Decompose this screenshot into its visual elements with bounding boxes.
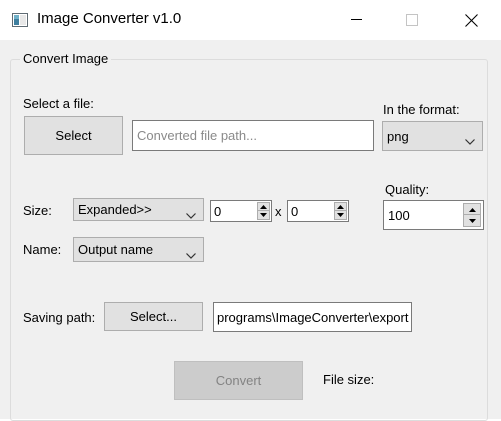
chevron-down-icon <box>186 207 196 219</box>
quality-decrement-button[interactable] <box>463 214 481 227</box>
minimize-icon <box>350 19 362 21</box>
group-title: Convert Image <box>20 51 112 66</box>
format-dropdown[interactable]: png <box>382 121 483 151</box>
caret-up-icon <box>468 207 476 212</box>
saving-path-select-button[interactable]: Select... <box>104 302 203 331</box>
saving-path-input[interactable]: programs\ImageConverter\export <box>213 302 412 332</box>
close-icon <box>464 13 478 27</box>
select-file-label: Select a file: <box>23 96 94 111</box>
name-label: Name: <box>23 242 62 257</box>
close-button[interactable] <box>446 0 496 40</box>
maximize-button[interactable] <box>387 0 437 40</box>
output-name-value: Output name <box>78 242 154 257</box>
window-title: Image Converter v1.0 <box>37 10 182 27</box>
chevron-down-icon <box>186 247 196 259</box>
size-label: Size: <box>23 203 52 218</box>
output-name-dropdown[interactable]: Output name <box>73 237 204 262</box>
converted-file-path-input[interactable]: Converted file path... <box>132 120 374 151</box>
caret-up-icon <box>337 205 344 209</box>
window-client-area: Convert Image Select a file: Select Conv… <box>0 40 501 421</box>
saving-path-value: programs\ImageConverter\export <box>217 309 409 325</box>
caret-down-icon <box>337 213 344 217</box>
width-value: 0 <box>214 203 222 219</box>
size-separator: x <box>275 204 282 219</box>
select-file-button[interactable]: Select <box>24 116 123 155</box>
saving-path-label: Saving path: <box>23 310 96 325</box>
format-label: In the format: <box>383 102 460 117</box>
converted-file-path-placeholder: Converted file path... <box>137 128 257 143</box>
caret-down-icon <box>260 213 267 217</box>
quality-value: 100 <box>388 207 410 223</box>
format-selected-value: png <box>387 128 409 144</box>
minimize-button[interactable] <box>331 0 381 40</box>
quality-label: Quality: <box>385 182 430 197</box>
chevron-down-icon <box>465 133 475 145</box>
app-window-icon <box>12 12 28 28</box>
size-mode-dropdown[interactable]: Expanded>> <box>73 198 204 221</box>
height-value: 0 <box>291 203 299 219</box>
caret-down-icon <box>468 218 476 223</box>
file-size-label: File size: <box>323 372 375 387</box>
convert-button[interactable]: Convert <box>174 361 303 400</box>
width-decrement-button[interactable] <box>257 210 270 220</box>
caret-up-icon <box>260 205 267 209</box>
title-bar[interactable]: Image Converter v1.0 <box>0 0 501 40</box>
width-spinbox[interactable]: 0 <box>210 200 272 222</box>
size-mode-value: Expanded>> <box>78 202 152 217</box>
quality-spinbox[interactable]: 100 <box>383 200 484 230</box>
height-decrement-button[interactable] <box>334 210 347 220</box>
height-spinbox[interactable]: 0 <box>287 200 349 222</box>
maximize-icon <box>406 14 418 26</box>
